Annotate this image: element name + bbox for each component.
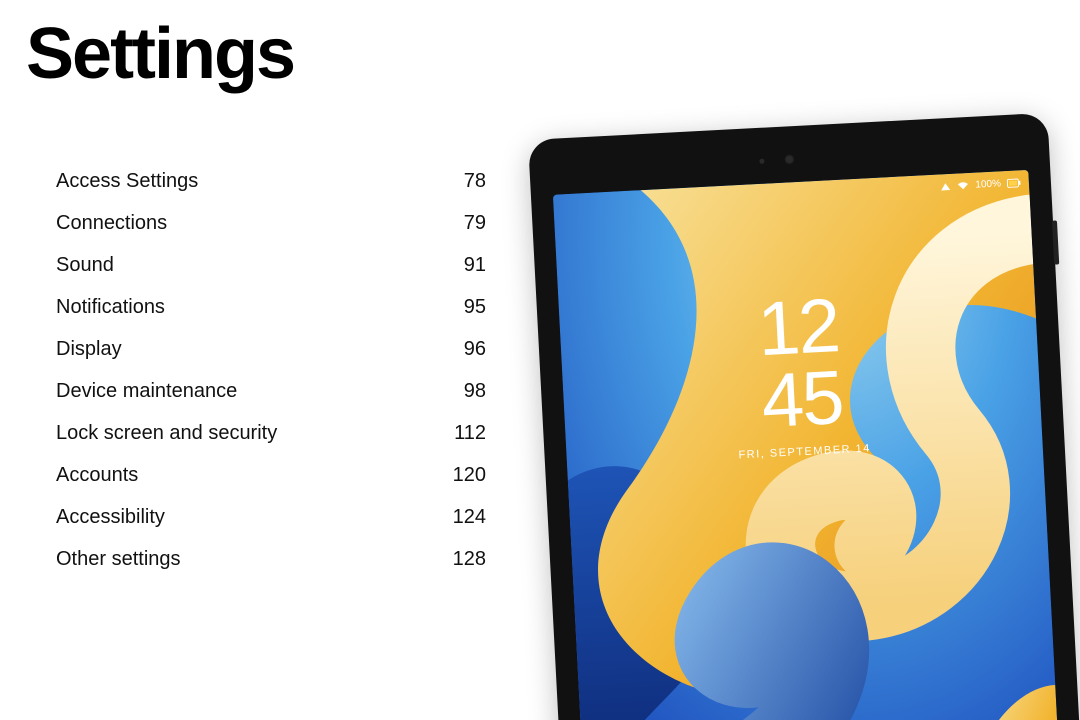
power-button-icon xyxy=(1052,220,1059,264)
toc-item-page: 78 xyxy=(436,171,486,191)
toc-row[interactable]: Access Settings 78 xyxy=(56,160,486,202)
table-of-contents: Access Settings 78 Connections 79 Sound … xyxy=(56,160,486,580)
toc-item-title: Display xyxy=(56,339,122,359)
toc-item-page: 98 xyxy=(436,381,486,401)
toc-item-title: Access Settings xyxy=(56,171,198,191)
toc-item-page: 120 xyxy=(436,465,486,485)
toc-item-title: Lock screen and security xyxy=(56,423,277,443)
battery-icon xyxy=(1007,178,1021,188)
front-camera-icon xyxy=(784,154,795,165)
tablet-screen: 100% 12 45 FRI, SEPTEMBER 14 xyxy=(553,170,1062,720)
toc-item-title: Accessibility xyxy=(56,507,165,527)
page-title: Settings xyxy=(26,18,294,90)
manual-page: Settings Access Settings 78 Connections … xyxy=(0,0,1080,720)
sensor-dot-icon xyxy=(759,159,764,164)
toc-item-title: Accounts xyxy=(56,465,138,485)
toc-row[interactable]: Lock screen and security 112 xyxy=(56,412,486,454)
toc-item-title: Device maintenance xyxy=(56,381,237,401)
signal-icon xyxy=(940,181,952,192)
toc-row[interactable]: Other settings 128 xyxy=(56,538,486,580)
toc-item-page: 128 xyxy=(436,549,486,569)
toc-row[interactable]: Device maintenance 98 xyxy=(56,370,486,412)
lockscreen-clock: 12 45 FRI, SEPTEMBER 14 xyxy=(559,280,1043,471)
toc-item-page: 91 xyxy=(436,255,486,275)
toc-item-page: 124 xyxy=(436,507,486,527)
toc-item-title: Notifications xyxy=(56,297,165,317)
toc-row[interactable]: Accessibility 124 xyxy=(56,496,486,538)
wifi-icon xyxy=(957,180,970,191)
toc-item-title: Connections xyxy=(56,213,167,233)
toc-row[interactable]: Notifications 95 xyxy=(56,286,486,328)
toc-item-page: 79 xyxy=(436,213,486,233)
toc-item-page: 112 xyxy=(436,423,486,443)
tablet-illustration: 100% 12 45 FRI, SEPTEMBER 14 xyxy=(528,113,1080,720)
battery-percent: 100% xyxy=(975,178,1001,190)
toc-item-page: 95 xyxy=(436,297,486,317)
tablet-body: 100% 12 45 FRI, SEPTEMBER 14 xyxy=(528,113,1080,720)
toc-item-page: 96 xyxy=(436,339,486,359)
toc-item-title: Other settings xyxy=(56,549,181,569)
toc-row[interactable]: Display 96 xyxy=(56,328,486,370)
toc-row[interactable]: Accounts 120 xyxy=(56,454,486,496)
toc-row[interactable]: Sound 91 xyxy=(56,244,486,286)
toc-row[interactable]: Connections 79 xyxy=(56,202,486,244)
toc-item-title: Sound xyxy=(56,255,114,275)
